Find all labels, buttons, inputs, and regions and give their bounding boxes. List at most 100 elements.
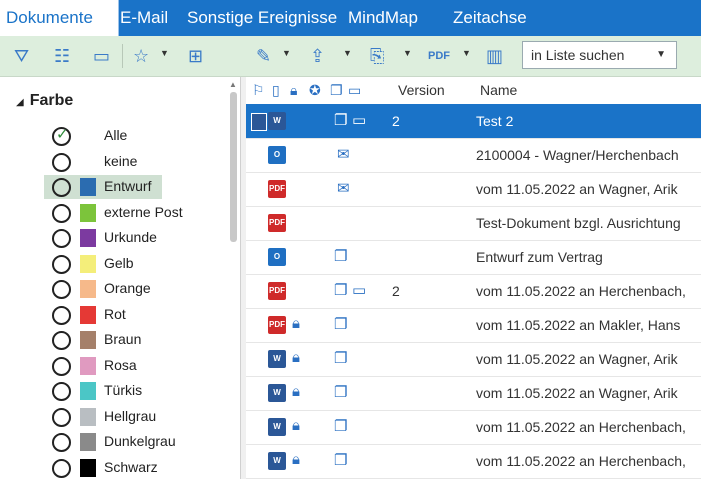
- star-icon[interactable]: ☆: [133, 44, 149, 68]
- outlook-document-icon[interactable]: O: [268, 146, 286, 164]
- tab-email[interactable]: E-Mail: [120, 0, 168, 36]
- color-filter-label: Dunkelgrau: [104, 433, 176, 449]
- table-row[interactable]: PDF ❐ ▭ 2 vom 11.05.2022 an Herchenbach,: [246, 274, 701, 309]
- color-filter-item[interactable]: Braun: [48, 328, 238, 352]
- document-icon[interactable]: ▯: [272, 82, 280, 99]
- color-filter-item[interactable]: Rosa: [48, 354, 238, 378]
- color-swatch: [80, 305, 96, 324]
- color-filter-item[interactable]: Rot: [48, 303, 238, 327]
- pdf-document-icon[interactable]: PDF: [268, 282, 286, 300]
- table-header: ⚐ ▯ 🔒︎ ✪ ❐ ▭ Version Name: [246, 78, 701, 104]
- table-row[interactable]: W 🔒︎ ❐ vom 11.05.2022 an Wagner, Arik: [246, 376, 701, 411]
- color-filter-label: Gelb: [104, 254, 134, 271]
- word-document-icon[interactable]: W: [268, 112, 286, 130]
- export-icon[interactable]: ⇪: [310, 44, 325, 68]
- color-swatch: [80, 178, 96, 196]
- radio-icon[interactable]: [52, 203, 71, 223]
- radio-icon[interactable]: [52, 254, 71, 274]
- export-dropdown-icon[interactable]: ▼: [343, 48, 352, 58]
- word-document-icon[interactable]: W: [268, 418, 286, 436]
- column-header-version[interactable]: Version: [398, 82, 445, 98]
- copy-doc-icon[interactable]: ⎘: [370, 44, 384, 68]
- color-filter-item[interactable]: Hellgrau: [48, 405, 238, 429]
- table-row[interactable]: W 🔒︎ ❐ vom 11.05.2022 an Herchenbach,: [246, 444, 701, 479]
- tab-dokumente[interactable]: Dokumente: [0, 0, 119, 36]
- color-filter-item[interactable]: Alle: [48, 124, 238, 148]
- table-row[interactable]: W ❐ ▭ 2 Test 2: [246, 104, 701, 139]
- table-row[interactable]: O ✉ 2100004 - Wagner/Herchenbach: [246, 138, 701, 173]
- color-filter-item[interactable]: externe Post: [48, 201, 238, 225]
- color-filter-label: keine: [104, 152, 138, 169]
- radio-icon[interactable]: [52, 356, 71, 376]
- table-row[interactable]: W 🔒︎ ❐ vom 11.05.2022 an Herchenbach,: [246, 410, 701, 445]
- radio-icon[interactable]: [52, 382, 71, 401]
- radio-icon[interactable]: [52, 229, 71, 248]
- pdf-document-icon[interactable]: PDF: [268, 316, 286, 334]
- pdf-icon[interactable]: PDF: [428, 44, 450, 68]
- lock-icon: 🔒︎: [292, 451, 300, 468]
- color-filter-item[interactable]: Türkis: [48, 379, 238, 403]
- edit-dropdown-icon[interactable]: ▼: [282, 48, 291, 58]
- word-document-icon[interactable]: W: [268, 350, 286, 368]
- color-filter-item[interactable]: Gelb: [48, 252, 238, 276]
- color-swatch: [80, 229, 96, 247]
- color-filter-item[interactable]: Entwurf: [44, 175, 162, 199]
- word-document-icon[interactable]: W: [268, 452, 286, 470]
- search-dropdown[interactable]: in Liste suchen ▼: [522, 41, 677, 69]
- versions-icon[interactable]: ▭: [348, 82, 361, 99]
- flag-icon[interactable]: ⚐: [252, 82, 265, 99]
- add-box-icon[interactable]: ⊞: [188, 44, 203, 68]
- radio-icon[interactable]: [52, 331, 71, 350]
- radio-icon[interactable]: [52, 280, 71, 299]
- scrollbar-thumb[interactable]: [230, 92, 237, 242]
- radio-icon[interactable]: [52, 305, 71, 325]
- tab-mindmap[interactable]: MindMap: [348, 0, 418, 36]
- pdf-document-icon[interactable]: PDF: [268, 214, 286, 232]
- color-swatch: [80, 331, 96, 349]
- color-filter-item[interactable]: Orange: [48, 277, 238, 301]
- color-filter-item[interactable]: Schwarz: [48, 456, 238, 480]
- radio-icon[interactable]: [52, 458, 71, 478]
- scroll-up-icon[interactable]: ▲: [229, 80, 237, 89]
- name-cell: vom 11.05.2022 an Wagner, Arik: [476, 181, 678, 197]
- folder-icon[interactable]: ▭: [93, 44, 110, 68]
- filter-icon[interactable]: ⛛: [14, 44, 29, 68]
- column-header-name[interactable]: Name: [480, 82, 517, 98]
- color-swatch: [80, 254, 96, 273]
- color-filter-item[interactable]: Dunkelgrau: [48, 430, 238, 454]
- radio-checked-icon[interactable]: [52, 125, 71, 146]
- table-row[interactable]: O ❐ Entwurf zum Vertrag: [246, 240, 701, 275]
- pdf-document-icon[interactable]: PDF: [268, 180, 286, 198]
- color-filter-label: Orange: [104, 280, 151, 296]
- award-icon[interactable]: ✪: [309, 82, 321, 99]
- filter-scrollbar[interactable]: ▲: [228, 80, 238, 479]
- radio-icon[interactable]: [52, 433, 71, 452]
- radio-icon[interactable]: [52, 178, 71, 197]
- word-document-icon[interactable]: W: [268, 384, 286, 402]
- color-filter-item[interactable]: Urkunde: [48, 226, 238, 250]
- table-row[interactable]: W 🔒︎ ❐ vom 11.05.2022 an Wagner, Arik: [246, 342, 701, 377]
- tab-sonstige-ereignisse[interactable]: Sonstige Ereignisse: [187, 0, 337, 36]
- radio-icon[interactable]: [52, 152, 71, 172]
- copy-dropdown-icon[interactable]: ▼: [403, 48, 412, 58]
- hierarchy-icon[interactable]: ☷: [54, 44, 70, 68]
- collapse-triangle-icon[interactable]: ◢: [16, 97, 24, 108]
- color-filter-item[interactable]: keine: [48, 150, 238, 174]
- mail-icon: ✉: [337, 180, 350, 197]
- outlook-document-icon[interactable]: O: [268, 248, 286, 266]
- table-row[interactable]: PDF Test-Dokument bzgl. Ausrichtung: [246, 206, 701, 241]
- star-dropdown-icon[interactable]: ▼: [160, 48, 169, 58]
- copies-icon[interactable]: ❐: [330, 82, 343, 99]
- table-row[interactable]: PDF 🔒︎ ❐ vom 11.05.2022 an Makler, Hans: [246, 308, 701, 343]
- lock-icon[interactable]: 🔒︎: [290, 82, 297, 99]
- table-row[interactable]: PDF ✉ vom 11.05.2022 an Wagner, Arik: [246, 172, 701, 207]
- pdf-dropdown-icon[interactable]: ▼: [462, 48, 471, 58]
- copy-icon: ❐: [334, 384, 348, 401]
- toolbar-separator: [122, 44, 123, 68]
- tab-zeitachse[interactable]: Zeitachse: [453, 0, 527, 36]
- edit-icon[interactable]: ✎: [256, 44, 271, 68]
- group-header-farbe[interactable]: ◢ Farbe: [16, 92, 73, 110]
- radio-icon[interactable]: [52, 407, 71, 427]
- columns-icon[interactable]: ▥: [486, 44, 503, 68]
- color-filter-label: Urkunde: [104, 229, 157, 245]
